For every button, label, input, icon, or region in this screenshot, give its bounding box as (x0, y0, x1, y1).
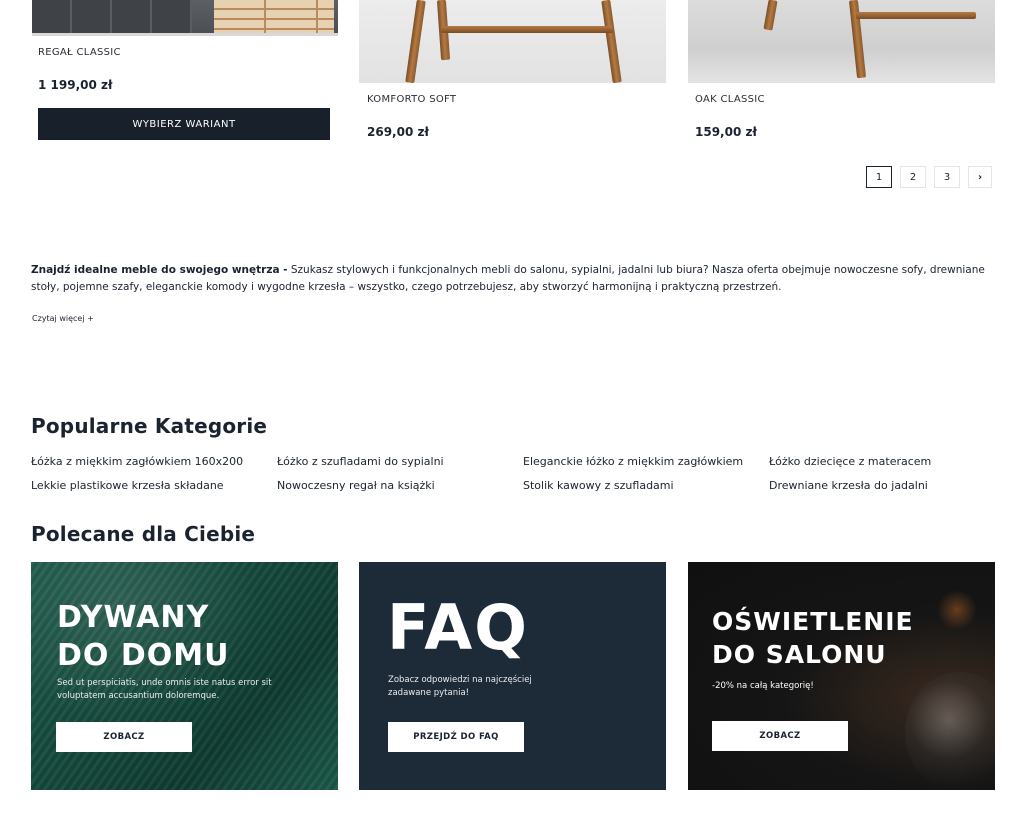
category-link[interactable]: Lekkie plastikowe krzesła składane (31, 479, 224, 492)
product-image[interactable] (359, 0, 666, 83)
category-link[interactable]: Łóżka z miękkim zagłówkiem 160x200 (31, 455, 243, 468)
recommended-title: Polecane dla Ciebie (31, 522, 256, 546)
category-link[interactable]: Łóżko z szufladami do sypialni (277, 455, 444, 468)
product-price: 159,00 zł (695, 125, 757, 139)
see-more-button[interactable]: ZOBACZ (56, 722, 192, 752)
category-link[interactable]: Eleganckie łóżko z miękkim zagłówkiem (523, 455, 743, 468)
promo-card-faq[interactable]: FAQ Zobacz odpowiedzi na najczęściej zad… (359, 562, 666, 790)
seo-heading: Znajdź idealne meble do swojego wnętrza … (31, 264, 288, 276)
page-button-2[interactable]: 2 (900, 166, 926, 188)
promo-title: DYWANY DO DOMU (57, 599, 229, 675)
next-page-button[interactable]: › (968, 166, 992, 188)
promo-title-line: DO DOMU (57, 638, 230, 673)
promo-title-line: DO SALONU (712, 640, 887, 669)
page-button-3[interactable]: 3 (934, 166, 960, 188)
popular-categories-title: Popularne Kategorie (31, 414, 268, 438)
chair-rail (856, 12, 976, 19)
chair-leg (405, 0, 426, 83)
promo-title-line: DYWANY (57, 600, 210, 635)
lamp-glow (937, 590, 977, 630)
promo-card-rugs[interactable]: DYWANY DO DOMU Sed ut perspiciatis, unde… (31, 562, 338, 790)
product-price: 269,00 zł (367, 125, 429, 139)
choose-variant-button[interactable]: WYBIERZ WARIANT (38, 108, 330, 140)
category-link[interactable]: Drewniane krzesła do jadalni (769, 479, 928, 492)
promo-card-lighting[interactable]: OŚWIETLENIE DO SALONU -20% na całą kateg… (688, 562, 995, 790)
product-price: 1 199,00 zł (38, 78, 113, 92)
chair-leg (763, 0, 778, 31)
pagination: 1 2 3 › (866, 166, 992, 188)
page-button-1[interactable]: 1 (866, 166, 892, 188)
shelf-image-part (214, 0, 334, 36)
promo-title: OŚWIETLENIE DO SALONU (712, 605, 914, 671)
chair-rail (441, 26, 613, 33)
product-name[interactable]: KOMFORTO SOFT (367, 94, 456, 105)
product-name[interactable]: REGAŁ CLASSIC (38, 47, 121, 58)
go-to-faq-button[interactable]: PRZEJDŹ DO FAQ (388, 722, 524, 752)
lamp-bulb (905, 672, 995, 790)
promo-description: Sed ut perspiciatis, unde omnis iste nat… (57, 678, 272, 701)
promo-description: -20% na całą kategorię! (712, 681, 814, 691)
promo-title: FAQ (387, 591, 529, 664)
category-link[interactable]: Nowoczesny regał na książki (277, 479, 435, 492)
category-link[interactable]: Łóżko dziecięce z materacem (769, 455, 931, 468)
shelf-image-part (32, 0, 192, 36)
promo-description: Zobacz odpowiedzi na najczęściej zadawan… (388, 675, 532, 698)
read-more-link[interactable]: Czytaj więcej + (32, 314, 94, 323)
shelf-image-floor (32, 33, 338, 36)
seo-description: Znajdź idealne meble do swojego wnętrza … (31, 262, 991, 296)
promo-title-line: OŚWIETLENIE (712, 607, 914, 636)
product-image[interactable] (688, 0, 995, 83)
see-more-button[interactable]: ZOBACZ (712, 721, 848, 751)
chair-leg (601, 0, 622, 83)
category-link[interactable]: Stolik kawowy z szufladami (523, 479, 674, 492)
product-name[interactable]: OAK CLASSIC (695, 94, 765, 105)
